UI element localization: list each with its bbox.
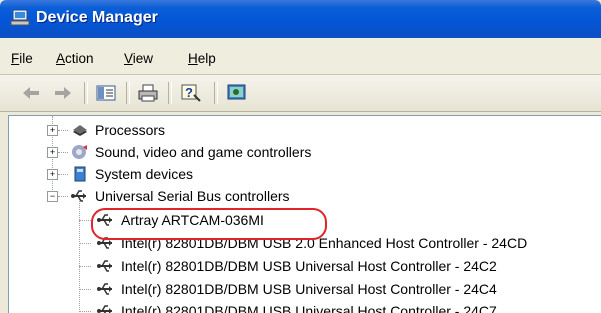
tree-item-label: Intel(r) 82801DB/DBM USB Universal Host … (121, 303, 497, 313)
expand-icon[interactable]: + (47, 125, 58, 136)
usb-icon (97, 260, 112, 272)
menu-help[interactable]: Help (188, 51, 216, 66)
highlight-ring (91, 208, 327, 240)
tree-item-label: System devices (95, 166, 194, 182)
usb-icon (97, 283, 112, 295)
tree-connector-line (58, 196, 68, 197)
tree-connector-line (58, 130, 68, 131)
expand-icon[interactable]: + (47, 147, 58, 158)
usb-icon (71, 190, 86, 202)
tree-item-label: Processors (95, 122, 166, 138)
toolbar-separator (84, 82, 88, 104)
device-tree: + Processors + Sound, video and game con… (8, 115, 601, 313)
toolbar-separator (168, 82, 172, 104)
tree-connector-line (58, 174, 68, 175)
tree-connector-line (58, 152, 68, 153)
sound-icon (72, 145, 87, 159)
menu-bar: File Action View Help (0, 38, 601, 75)
print-icon[interactable] (137, 83, 159, 103)
tree-item-usb-device[interactable]: Intel(r) 82801DB/DBM USB Universal Host … (9, 255, 601, 277)
device-manager-icon (10, 9, 30, 26)
usb-icon (97, 305, 112, 313)
tree-item-sound-video-game[interactable]: + Sound, video and game controllers (9, 141, 601, 163)
help-icon[interactable]: ? (180, 83, 202, 103)
tree-connector-line (79, 220, 91, 221)
tree-connector-line (79, 289, 91, 290)
expand-icon[interactable]: + (47, 169, 58, 180)
processor-icon (73, 125, 87, 136)
system-devices-icon (74, 166, 86, 182)
scan-hardware-icon[interactable] (226, 83, 248, 103)
menu-action[interactable]: Action (56, 51, 94, 66)
device-manager-window: Device Manager File Action View Help ? +… (0, 0, 601, 313)
toolbar-separator (126, 82, 130, 104)
window-title: Device Manager (36, 9, 158, 26)
tree-item-usb-device[interactable]: Intel(r) 82801DB/DBM USB Universal Host … (9, 300, 601, 313)
tree-item-processors[interactable]: + Processors (9, 119, 601, 141)
tree-item-label: Intel(r) 82801DB/DBM USB Universal Host … (121, 281, 497, 297)
tree-item-label: Intel(r) 82801DB/DBM USB Universal Host … (121, 258, 497, 274)
title-bar[interactable]: Device Manager (0, 0, 601, 38)
svg-text:?: ? (185, 85, 193, 100)
menu-view[interactable]: View (124, 51, 153, 66)
show-hide-console-tree-icon[interactable] (95, 83, 117, 103)
menu-file[interactable]: File (11, 51, 33, 66)
tree-item-label: Sound, video and game controllers (95, 144, 312, 160)
forward-arrow-icon[interactable] (52, 83, 74, 103)
collapse-icon[interactable]: − (47, 191, 58, 202)
tree-connector-line (79, 243, 91, 244)
tree-item-label: Universal Serial Bus controllers (95, 188, 290, 204)
toolbar-separator (214, 82, 218, 104)
tree-connector-line (79, 311, 91, 312)
tree-item-system-devices[interactable]: + System devices (9, 163, 601, 185)
tree-item-usb-controllers[interactable]: − Universal Serial Bus controllers (9, 185, 601, 207)
tree-connector-line (79, 266, 91, 267)
tree-item-usb-device[interactable]: Intel(r) 82801DB/DBM USB Universal Host … (9, 278, 601, 300)
back-arrow-icon[interactable] (20, 83, 42, 103)
toolbar: ? (0, 75, 601, 112)
